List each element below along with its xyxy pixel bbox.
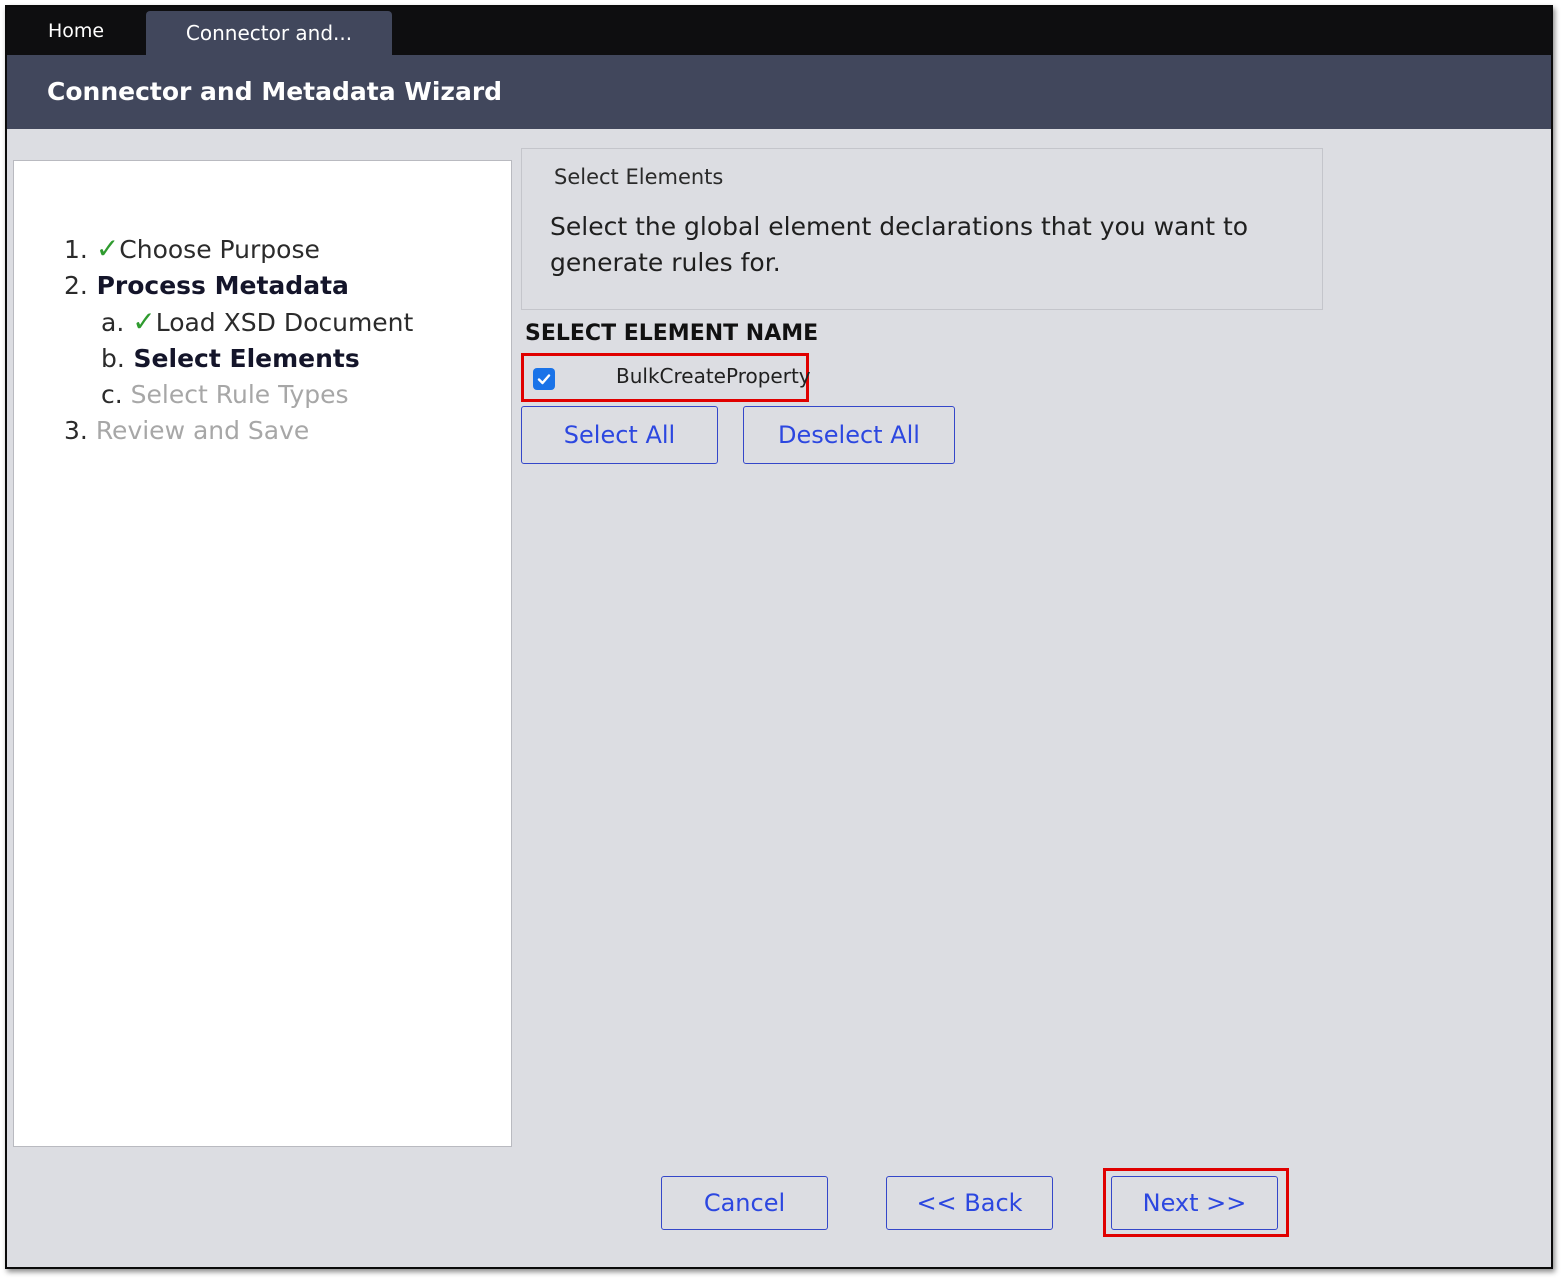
step-label: Select Rule Types: [130, 380, 349, 409]
step-load-xsd-document: a. ✓Load XSD Document: [64, 304, 413, 341]
page-title: Connector and Metadata Wizard: [47, 77, 503, 106]
deselect-all-button[interactable]: Deselect All: [743, 406, 955, 464]
step-label: Process Metadata: [96, 271, 349, 300]
step-choose-purpose: 1. ✓Choose Purpose: [64, 231, 413, 268]
step-label: Select Elements: [133, 344, 360, 373]
element-checkbox[interactable]: [533, 368, 555, 390]
back-button[interactable]: << Back: [886, 1176, 1053, 1230]
next-button[interactable]: Next >>: [1111, 1176, 1278, 1230]
instructions-box: Select Elements Select the global elemen…: [521, 148, 1323, 310]
element-name: BulkCreateProperty: [616, 364, 811, 388]
tab-connector-wizard[interactable]: Connector and...: [146, 11, 392, 55]
wizard-steps-list: 1. ✓Choose Purpose 2. Process Metadata a…: [64, 231, 413, 449]
step-label: Choose Purpose: [119, 235, 320, 264]
tab-bar: Home Connector and...: [7, 7, 1551, 55]
step-number: c.: [101, 380, 123, 409]
element-row: BulkCreateProperty: [521, 353, 811, 402]
step-label: Load XSD Document: [155, 308, 414, 337]
tab-home[interactable]: Home: [7, 7, 145, 55]
select-all-button[interactable]: Select All: [521, 406, 718, 464]
step-select-rule-types: c. Select Rule Types: [64, 377, 413, 413]
section-title: Select Elements: [554, 165, 724, 189]
checkmark-icon: [537, 374, 551, 385]
step-number: b.: [101, 344, 125, 373]
instructions-text: Select the global element declarations t…: [550, 212, 1249, 277]
step-review-and-save: 3. Review and Save: [64, 413, 413, 449]
app-window: Home Connector and... Connector and Meta…: [5, 5, 1553, 1269]
checkmark-icon: ✓: [95, 232, 120, 265]
wizard-steps-panel: 1. ✓Choose Purpose 2. Process Metadata a…: [13, 160, 512, 1147]
step-select-elements: b. Select Elements: [64, 341, 413, 377]
page-header: Connector and Metadata Wizard: [7, 55, 1551, 129]
step-number: 2.: [64, 271, 88, 300]
checkmark-icon: ✓: [132, 305, 156, 338]
cancel-button[interactable]: Cancel: [661, 1176, 828, 1230]
step-process-metadata: 2. Process Metadata: [64, 268, 413, 304]
step-number: 1.: [64, 235, 88, 264]
step-label: Review and Save: [95, 416, 310, 445]
step-number: 3.: [64, 416, 88, 445]
column-header-element-name: SELECT ELEMENT NAME: [525, 321, 819, 346]
step-number: a.: [101, 308, 125, 337]
